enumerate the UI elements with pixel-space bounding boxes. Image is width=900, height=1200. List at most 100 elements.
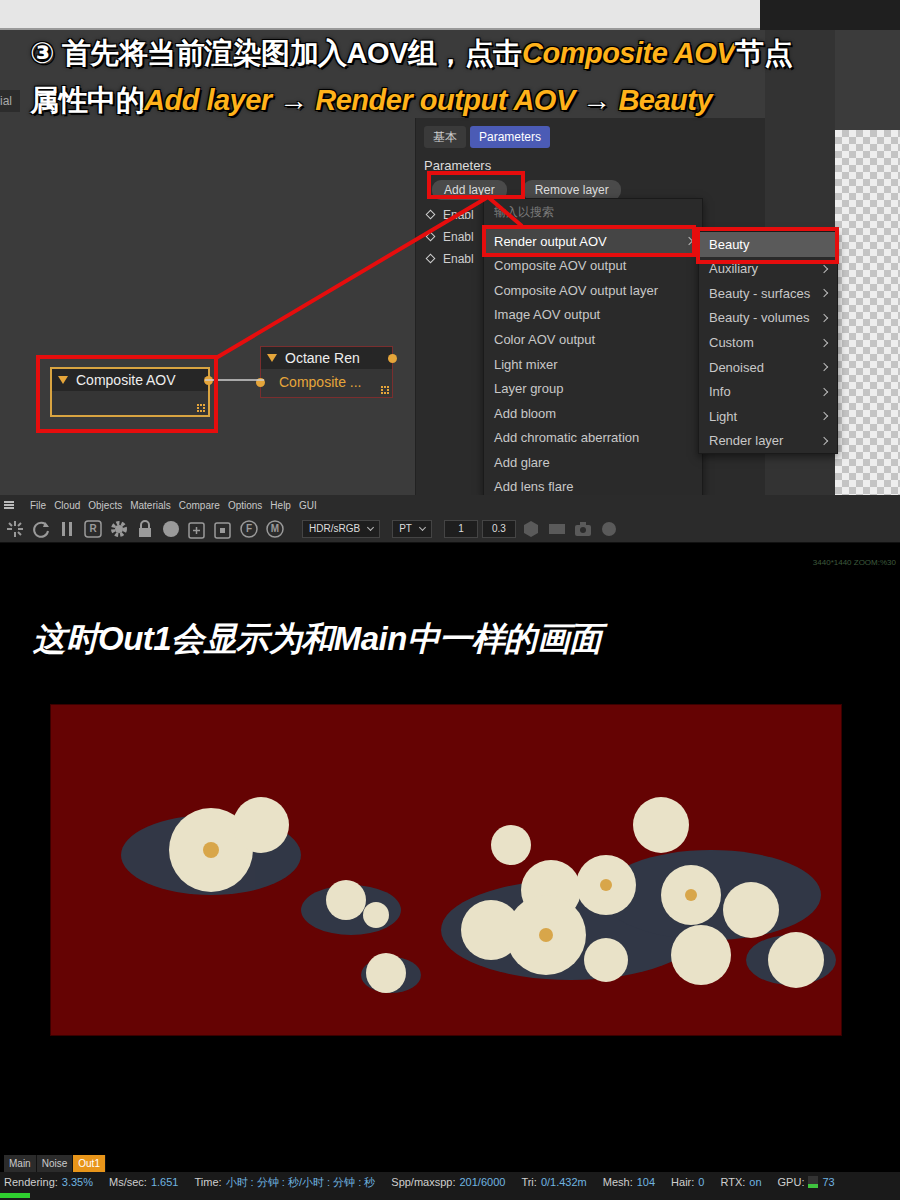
letter-circle-icon[interactable]: M: [264, 518, 286, 540]
viewer-tab[interactable]: Main: [4, 1155, 37, 1172]
menu-item-label: Add chromatic aberration: [494, 428, 639, 448]
menu-item[interactable]: Beauty - volumes: [699, 306, 837, 331]
gpu-meter: [808, 1176, 818, 1188]
icon-letter: [108, 518, 130, 540]
menu-item[interactable]: Custom: [699, 330, 837, 355]
menu-icon[interactable]: [4, 501, 14, 509]
refresh-icon[interactable]: [30, 518, 52, 540]
output-port-icon[interactable]: [388, 354, 397, 363]
status-label: Hair:: [671, 1176, 694, 1188]
status-label: GPU:: [778, 1174, 805, 1191]
menu-item[interactable]: Denoised: [699, 355, 837, 380]
status-item: RTX:on: [720, 1174, 761, 1191]
properties-button[interactable]: Add layer: [432, 180, 507, 200]
menu-item[interactable]: Color AOV output: [484, 327, 702, 352]
status-value: on: [749, 1176, 761, 1188]
title-part: Render output AOV: [315, 84, 574, 116]
lock-icon[interactable]: [134, 518, 156, 540]
menu-item[interactable]: Add lens flare: [484, 475, 702, 495]
menu-item-label: Denoised: [709, 358, 764, 378]
sphere-icon[interactable]: [160, 518, 182, 540]
menu-bar-item[interactable]: Help: [270, 498, 291, 513]
menu-bar-item[interactable]: Compare: [179, 498, 220, 513]
menu-item-label: Info: [709, 382, 731, 402]
menu-item[interactable]: Add chromatic aberration: [484, 426, 702, 451]
viewer-tab[interactable]: Noise: [37, 1155, 74, 1172]
film-icon[interactable]: [546, 518, 568, 540]
icon-letter: [160, 518, 182, 540]
node-title: Composite AOV: [76, 370, 176, 391]
camera-icon[interactable]: [572, 518, 594, 540]
menu-item[interactable]: Beauty - surfaces: [699, 281, 837, 306]
letter-circle-icon[interactable]: F: [238, 518, 260, 540]
menu-search[interactable]: [484, 199, 702, 225]
collapse-triangle-icon[interactable]: [58, 376, 68, 384]
menu-bar-item[interactable]: File: [30, 498, 46, 513]
toolbar-select[interactable]: HDR/sRGB: [302, 520, 380, 538]
dropdown-caret-icon[interactable]: [367, 523, 374, 530]
menu-item[interactable]: Beauty: [699, 232, 837, 257]
properties-buttons: Add layer Remove layer: [416, 176, 765, 200]
node[interactable]: Composite AOV: [50, 367, 210, 417]
left-tab[interactable]: ial: [0, 90, 20, 112]
viewer-tabs: MainNoiseOut1: [0, 1155, 900, 1172]
resize-grip-icon[interactable]: [381, 386, 389, 394]
output-port-icon[interactable]: [204, 376, 213, 385]
menu-bar-item[interactable]: Objects: [88, 498, 122, 513]
menu-bar-item[interactable]: GUI: [299, 498, 317, 513]
keyframe-diamond-icon[interactable]: [426, 232, 436, 242]
menu-item[interactable]: Info: [699, 380, 837, 405]
letter-box-icon[interactable]: R: [82, 518, 104, 540]
menu-item[interactable]: Image AOV output: [484, 303, 702, 328]
resize-grip-icon[interactable]: [197, 404, 205, 412]
title-part: ③ 首先将当前渲染图加入AOV组，点击: [30, 37, 522, 69]
menu-item[interactable]: Add glare: [484, 450, 702, 475]
dropdown-caret-icon[interactable]: [419, 523, 426, 530]
icon-letter: [212, 518, 234, 540]
keyframe-diamond-icon[interactable]: [426, 254, 436, 264]
menu-item[interactable]: Composite AOV output: [484, 254, 702, 279]
spark-icon[interactable]: [4, 518, 26, 540]
toolbar-select[interactable]: PT: [392, 520, 432, 538]
menu-item-label: Image AOV output: [494, 305, 600, 325]
viewer-tab[interactable]: Out1: [73, 1155, 106, 1172]
submenu: BeautyAuxiliaryBeauty - surfacesBeauty -…: [698, 231, 838, 454]
collapse-triangle-icon[interactable]: [267, 354, 277, 362]
menu-item[interactable]: Add bloom: [484, 401, 702, 426]
input-port-icon[interactable]: [256, 378, 265, 387]
menu-item[interactable]: Composite AOV output layer: [484, 278, 702, 303]
menu-item[interactable]: Layer group: [484, 377, 702, 402]
gear-icon[interactable]: [108, 518, 130, 540]
menu-bar-item[interactable]: Cloud: [54, 498, 80, 513]
toolbar-input[interactable]: 0.3: [482, 520, 516, 538]
toolbar-input[interactable]: 1: [444, 520, 478, 538]
octane-window: ial 基本ParametersParametersAdd layerRemov…: [0, 0, 900, 1200]
menu-item-label: Composite AOV output layer: [494, 281, 658, 301]
node-header: Octane Ren: [261, 347, 392, 369]
hex-icon[interactable]: [520, 518, 542, 540]
keyframe-diamond-icon[interactable]: [426, 210, 436, 220]
status-bar: Rendering:3.35%Ms/sec:1.651Time:小时 : 分钟 …: [0, 1172, 900, 1192]
properties-tab[interactable]: Parameters: [470, 126, 550, 148]
plus-box-icon[interactable]: [186, 518, 208, 540]
icon-letter: [4, 518, 26, 540]
menu-bar-item[interactable]: Options: [228, 498, 262, 513]
title-part: Beauty: [618, 84, 712, 116]
menu-item[interactable]: Render output AOV: [484, 229, 702, 254]
pause-icon[interactable]: [56, 518, 78, 540]
step-title: ③ 首先将当前渲染图加入AOV组，点击Composite AOV节点属性中的Ad…: [30, 30, 792, 124]
menu-item[interactable]: Light: [699, 404, 837, 429]
node[interactable]: Octane RenComposite ...: [260, 346, 393, 398]
top-dark-strip: [760, 0, 900, 30]
menu-item[interactable]: Auxiliary: [699, 257, 837, 282]
dot-box-icon[interactable]: [212, 518, 234, 540]
menu-item-label: Add lens flare: [494, 477, 574, 495]
status-label: Spp/maxspp:: [391, 1176, 455, 1188]
properties-tab[interactable]: 基本: [424, 126, 466, 148]
node-title: Octane Ren: [285, 348, 360, 369]
menu-item[interactable]: Light mixer: [484, 352, 702, 377]
menu-bar-item[interactable]: Materials: [130, 498, 171, 513]
menu-item[interactable]: Render layer: [699, 429, 837, 454]
dot-icon[interactable]: [598, 518, 620, 540]
properties-button[interactable]: Remove layer: [523, 180, 621, 200]
